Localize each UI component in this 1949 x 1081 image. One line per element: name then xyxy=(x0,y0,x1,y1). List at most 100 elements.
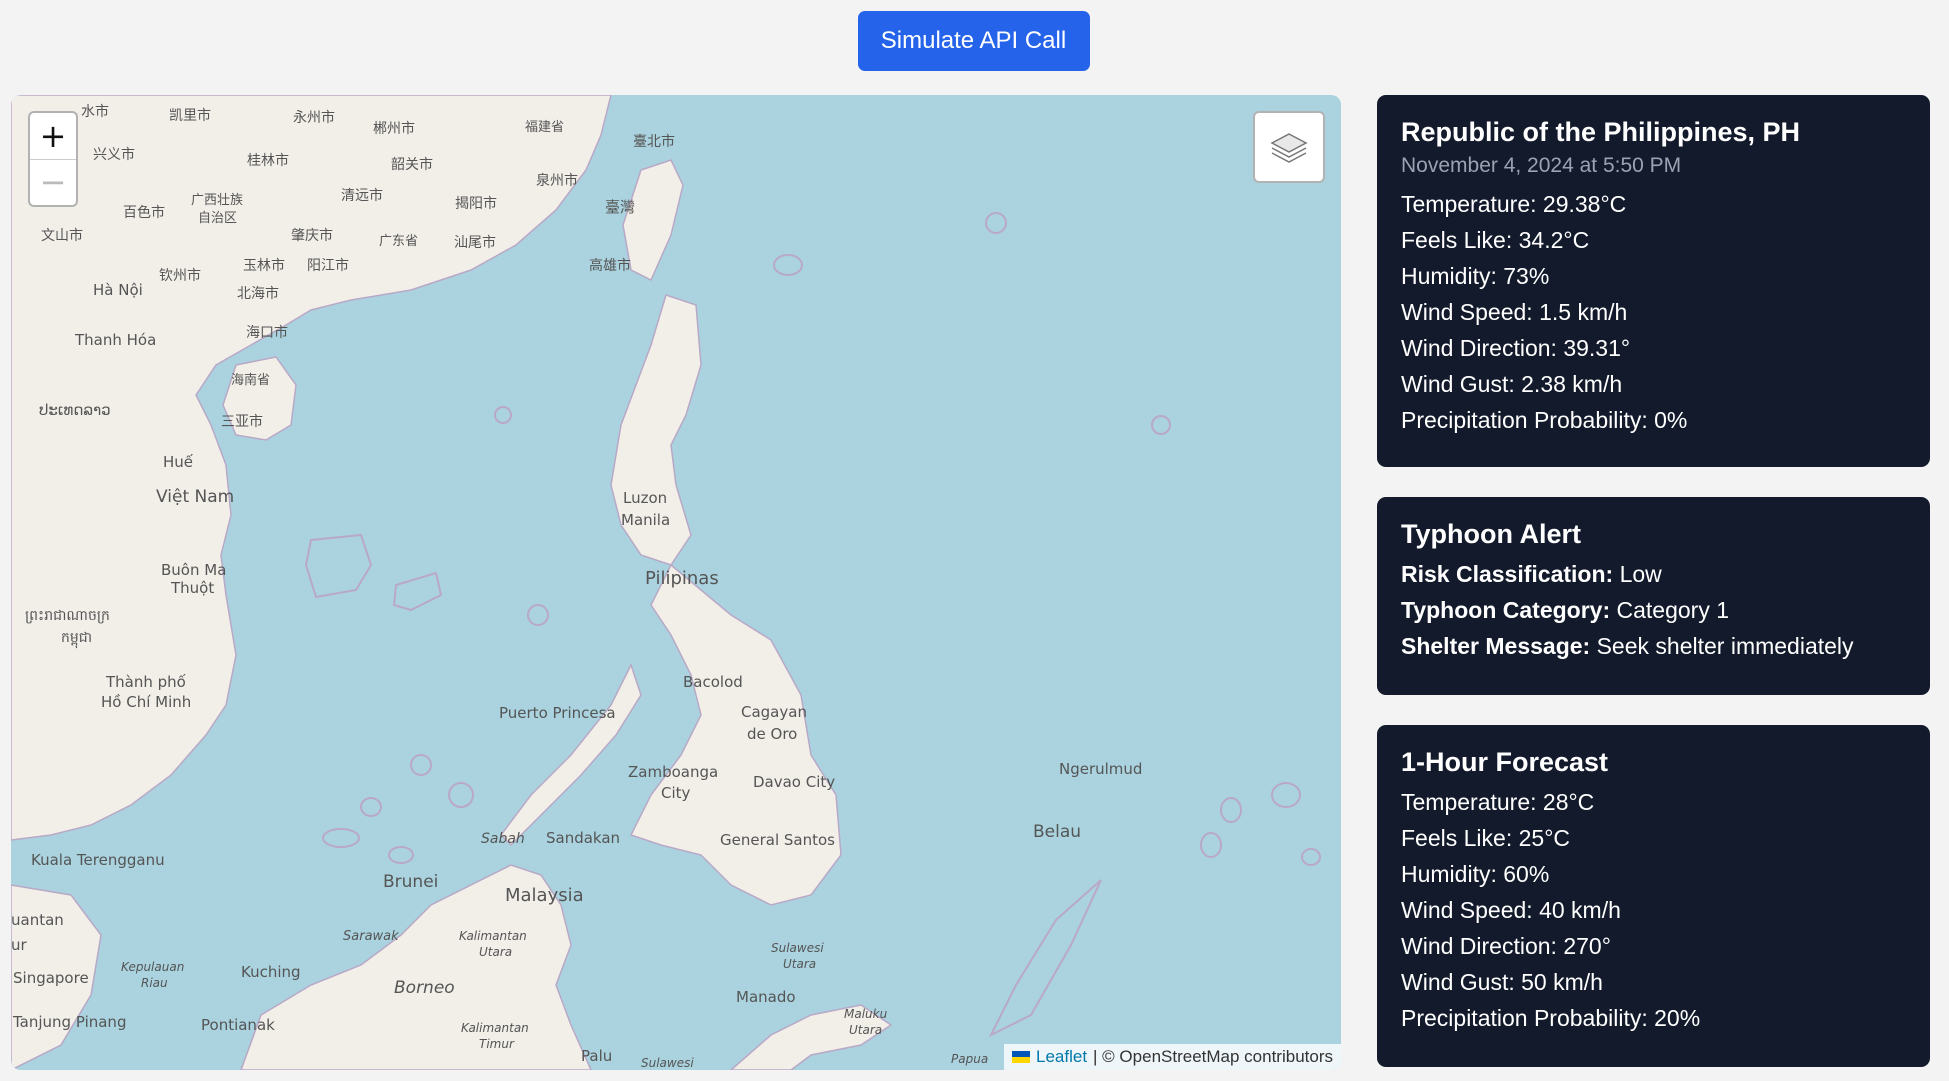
layers-toggle-button[interactable] xyxy=(1253,111,1325,183)
map-island-3 xyxy=(494,406,512,424)
map-attribution: Leaflet | © OpenStreetMap contributors xyxy=(1004,1044,1341,1070)
map-label-cagayan: Cagayan xyxy=(741,703,807,721)
map-label-bacolod: Bacolod xyxy=(683,673,743,691)
map-label-thanh-hoa: Thanh Hóa xyxy=(74,331,156,349)
map-label-manila: Manila xyxy=(621,511,670,529)
map-label-wenshan: 文山市 xyxy=(41,227,83,244)
leaflet-link[interactable]: Leaflet xyxy=(1036,1047,1087,1067)
map-label-ho-chi-minh: Hồ Chí Minh xyxy=(101,693,191,711)
map-label-sabah: Sabah xyxy=(481,831,525,847)
map-label-hainan: 海南省 xyxy=(231,372,270,388)
map-label-thuot: Thuột xyxy=(170,579,214,597)
map-label-maluku: Maluku xyxy=(844,1007,888,1021)
map-island-4 xyxy=(527,604,549,626)
forecast-wind-direction: Wind Direction: 270° xyxy=(1401,933,1611,959)
weather-date: November 4, 2024 at 5:50 PM xyxy=(1401,154,1682,177)
map-label-timur: Timur xyxy=(479,1037,515,1051)
map[interactable]: Luzon Manila Pilipinas Bacolod Cagayan d… xyxy=(11,95,1341,1070)
map-label-sandakan: Sandakan xyxy=(546,829,620,847)
forecast-feels-like: Feels Like: 25°C xyxy=(1401,825,1570,851)
current-temperature: Temperature: 29.38°C xyxy=(1401,191,1627,217)
map-label-thanh-pho: Thành phố xyxy=(105,673,187,691)
forecast-wind-speed: Wind Speed: 40 km/h xyxy=(1401,897,1621,923)
map-label-riau: Riau xyxy=(141,976,168,990)
map-label-fujian: 福建省 xyxy=(525,120,564,135)
forecast-humidity: Humidity: 60% xyxy=(1401,861,1550,887)
ukraine-flag-icon xyxy=(1012,1051,1030,1063)
typhoon-alert-title: Typhoon Alert xyxy=(1401,519,1581,549)
current-weather-card: Republic of the Philippines, PH November… xyxy=(1377,95,1930,467)
map-label-puerto-princesa: Puerto Princesa xyxy=(499,704,616,722)
map-label-quanzhou: 泉州市 xyxy=(536,172,578,189)
zoom-in-button[interactable]: + xyxy=(30,113,76,160)
layers-icon xyxy=(1270,133,1308,163)
current-humidity: Humidity: 73% xyxy=(1401,263,1550,289)
map-label-yangjiang: 阳江市 xyxy=(307,257,349,274)
zoom-out-button[interactable]: − xyxy=(30,160,76,206)
map-label-borneo: Borneo xyxy=(394,978,455,998)
map-label-guangdong: 广东省 xyxy=(379,234,418,249)
map-label-guangxi1: 广西壮族 xyxy=(191,192,243,208)
map-label-papua: Papua xyxy=(951,1052,988,1066)
map-label-utara3: Utara xyxy=(849,1023,882,1037)
map-label-palu: Palu xyxy=(581,1047,612,1065)
map-island-0 xyxy=(773,254,803,276)
map-label-sanya: 三亚市 xyxy=(221,413,263,430)
map-label-kuala-terengganu: Kuala Terengganu xyxy=(31,851,165,869)
map-label-beihai: 北海市 xyxy=(237,285,279,302)
map-island-8 xyxy=(1271,782,1301,808)
map-label-buon-ma: Buôn Ma xyxy=(161,561,226,579)
map-label-malaysia: Malaysia xyxy=(505,885,584,906)
map-label-shaoguan: 韶关市 xyxy=(391,156,433,173)
forecast-title: 1-Hour Forecast xyxy=(1401,747,1609,777)
map-label-jieyang: 揭阳市 xyxy=(455,195,497,212)
map-label-zamboanga: Zamboanga xyxy=(628,763,718,781)
map-label-guilin: 桂林市 xyxy=(247,152,289,169)
map-label-qinzhou: 钦州市 xyxy=(159,267,201,284)
map-label-viet-nam: Việt Nam xyxy=(156,487,234,507)
forecast-card: 1-Hour Forecast Temperature: 28°C Feels … xyxy=(1377,725,1930,1067)
map-label-baise: 百色市 xyxy=(123,204,165,221)
map-label-brunei: Brunei xyxy=(383,872,438,892)
map-label-de-oro: de Oro xyxy=(747,725,797,743)
map-label-singapore: Singapore xyxy=(13,969,89,987)
typhoon-category: Typhoon Category: Category 1 xyxy=(1401,597,1730,623)
current-wind-speed: Wind Speed: 1.5 km/h xyxy=(1401,299,1628,325)
map-island-1 xyxy=(985,212,1007,234)
map-label-lishui: 水市 xyxy=(81,103,109,120)
current-feels-like: Feels Like: 34.2°C xyxy=(1401,227,1590,253)
map-label-ur: ur xyxy=(11,936,28,954)
forecast-wind-gust: Wind Gust: 50 km/h xyxy=(1401,969,1603,995)
map-label-tanjung-pinang: Tanjung Pinang xyxy=(12,1013,126,1031)
forecast-temperature: Temperature: 28°C xyxy=(1401,789,1595,815)
map-label-chenzhou: 郴州市 xyxy=(373,120,415,137)
map-label-hue: Huế xyxy=(163,453,194,471)
zoom-control: + − xyxy=(28,111,78,207)
map-label-yulin: 玉林市 xyxy=(243,257,285,274)
top-bar: Simulate API Call xyxy=(0,11,1949,71)
map-label-yongzhou: 永州市 xyxy=(293,109,335,126)
map-label-ngerulmud: Ngerulmud xyxy=(1059,760,1142,778)
map-label-belau: Belau xyxy=(1033,822,1081,842)
map-label-guangxi2: 自治区 xyxy=(198,211,237,226)
map-label-utara: Utara xyxy=(479,945,512,959)
map-label-xingyi: 兴义市 xyxy=(93,146,135,163)
map-label-manado: Manado xyxy=(736,988,796,1006)
map-label-qingyuan: 清远市 xyxy=(341,187,383,204)
attribution-text: | © OpenStreetMap contributors xyxy=(1093,1047,1333,1066)
map-island-10 xyxy=(1301,848,1321,866)
typhoon-alert-card: Typhoon Alert Risk Classification: Low T… xyxy=(1377,497,1930,695)
map-label-kalimantan-timur: Kalimantan xyxy=(461,1021,529,1035)
location-title: Republic of the Philippines, PH xyxy=(1401,117,1801,147)
map-label-zhaoqing: 肇庆市 xyxy=(291,227,333,244)
map-label-kaili: 凯里市 xyxy=(169,107,211,124)
map-label-pontianak: Pontianak xyxy=(201,1016,275,1034)
map-label-sulawesi: Sulawesi xyxy=(641,1056,694,1070)
simulate-api-call-button[interactable]: Simulate API Call xyxy=(857,11,1090,71)
map-label-haikou: 海口市 xyxy=(246,324,288,341)
map-label-city: City xyxy=(661,784,691,802)
map-label-uantan: uantan xyxy=(11,911,64,929)
forecast-precipitation: Precipitation Probability: 20% xyxy=(1401,1005,1701,1031)
map-label-kalimantan-utara: Kalimantan xyxy=(459,929,527,943)
map-label-shanwei: 汕尾市 xyxy=(454,234,496,251)
